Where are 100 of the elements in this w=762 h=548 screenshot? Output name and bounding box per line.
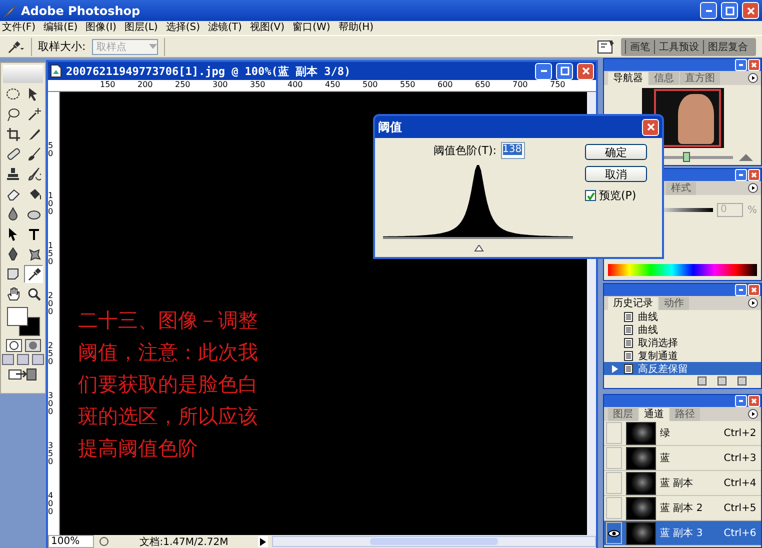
- panel-tab[interactable]: 导航器: [608, 72, 648, 85]
- zoom-field[interactable]: 100%: [48, 535, 94, 548]
- close-button[interactable]: [748, 169, 760, 181]
- menu-item[interactable]: 视图(V): [250, 21, 285, 35]
- ruler-label: 250: [175, 80, 192, 91]
- zoom-in-icon[interactable]: [739, 153, 753, 161]
- standard-screen-icon[interactable]: [2, 354, 14, 365]
- horizontal-scrollbar[interactable]: [272, 536, 596, 547]
- panel-tab[interactable]: 信息: [649, 72, 679, 85]
- minimize-button[interactable]: [700, 2, 717, 19]
- close-button[interactable]: [742, 2, 759, 19]
- threshold-level-field[interactable]: 138: [500, 142, 524, 159]
- panel-tab[interactable]: 动作: [659, 297, 689, 310]
- panel-tab[interactable]: 路径: [670, 408, 700, 421]
- palette-well-tab[interactable]: 图层复合: [703, 40, 752, 54]
- panel-menu-icon[interactable]: [748, 183, 758, 193]
- maximize-icon: [724, 6, 734, 16]
- minimize-button[interactable]: [735, 395, 747, 407]
- knife-icon: [26, 127, 40, 141]
- menu-item[interactable]: 文件(F): [2, 21, 36, 35]
- menu-item[interactable]: 滤镜(T): [208, 21, 242, 35]
- panel-menu-icon[interactable]: [748, 73, 758, 83]
- slider-thumb[interactable]: [682, 152, 690, 162]
- palette-well-tab[interactable]: 工具预设: [654, 40, 703, 54]
- quick-mask-icon[interactable]: [24, 339, 40, 352]
- panel-menu-icon[interactable]: [748, 409, 758, 419]
- jump-to-icon[interactable]: [8, 367, 38, 381]
- visibility-toggle[interactable]: [606, 447, 622, 469]
- close-icon: [646, 122, 656, 132]
- ruler-label: 200: [48, 292, 54, 318]
- cancel-button[interactable]: 取消: [585, 166, 647, 182]
- ruler-label: 550: [400, 80, 416, 91]
- crop-icon: [6, 127, 20, 141]
- channel-row[interactable]: 绿 Ctrl+2: [604, 421, 761, 446]
- menu-item[interactable]: 窗口(W): [292, 21, 330, 35]
- minimize-button[interactable]: [735, 284, 747, 296]
- panel-tab[interactable]: 样式: [666, 182, 696, 195]
- minimize-button[interactable]: [735, 59, 747, 71]
- color-swatches-icon[interactable]: [5, 305, 41, 337]
- trash-icon[interactable]: [737, 376, 747, 386]
- close-button[interactable]: [748, 395, 760, 407]
- new-document-icon[interactable]: [697, 376, 707, 386]
- standard-mode-icon[interactable]: [6, 339, 22, 352]
- menu-item[interactable]: 编辑(E): [44, 21, 78, 35]
- menu-item[interactable]: 图层(L): [124, 21, 158, 35]
- close-button[interactable]: [577, 62, 594, 80]
- visibility-toggle[interactable]: [606, 497, 622, 519]
- maximize-button[interactable]: [556, 62, 573, 80]
- close-button[interactable]: [748, 284, 760, 296]
- ruler-label: 150: [100, 80, 116, 91]
- minimize-icon: [739, 400, 743, 402]
- panel-tab[interactable]: 直方图: [680, 72, 720, 85]
- menu-item[interactable]: 图像(I): [86, 21, 116, 35]
- ok-button[interactable]: 确定: [585, 144, 647, 160]
- camera-icon[interactable]: [717, 376, 727, 386]
- close-button[interactable]: [748, 59, 760, 71]
- channel-row[interactable]: 蓝 副本 3 Ctrl+6: [604, 521, 761, 546]
- panel-tab[interactable]: 历史记录: [608, 297, 658, 310]
- palette-well-tab[interactable]: 画笔: [625, 40, 654, 54]
- eyedropper-tool-button[interactable]: [24, 265, 43, 283]
- ruler-label: 750: [550, 80, 566, 91]
- full-screen-menu-icon[interactable]: [17, 354, 29, 365]
- color-ramp[interactable]: [608, 264, 757, 276]
- threshold-slider-icon[interactable]: [474, 245, 484, 252]
- minimize-button[interactable]: [535, 62, 552, 80]
- channel-row[interactable]: 蓝 副本 Ctrl+4: [604, 471, 761, 496]
- maximize-icon: [560, 66, 570, 76]
- note-icon: [6, 267, 20, 281]
- history-step-icon: [624, 338, 634, 348]
- channel-row[interactable]: 蓝 Ctrl+3: [604, 446, 761, 471]
- history-item[interactable]: 曲线: [604, 323, 761, 336]
- menu-item[interactable]: 选择(S): [166, 21, 200, 35]
- history-item[interactable]: 高反差保留: [604, 362, 761, 375]
- ruler-label: 600: [438, 80, 454, 91]
- status-menu-button[interactable]: [258, 536, 268, 547]
- menu-item[interactable]: 帮助(H): [338, 21, 374, 35]
- visibility-toggle[interactable]: [606, 422, 622, 444]
- preview-checkbox[interactable]: [585, 190, 596, 201]
- minimize-button[interactable]: [735, 169, 747, 181]
- hand-icon: [6, 287, 20, 301]
- panel-menu-icon[interactable]: [748, 298, 758, 308]
- visibility-toggle[interactable]: [606, 522, 622, 544]
- full-screen-icon[interactable]: [32, 354, 44, 365]
- ruler-label: 500: [362, 80, 379, 91]
- panel-tab[interactable]: 图层: [608, 408, 638, 421]
- close-icon: [750, 397, 758, 405]
- ruler-label: 400: [288, 80, 304, 91]
- history-item[interactable]: 取消选择: [604, 336, 761, 349]
- close-button[interactable]: [642, 118, 659, 136]
- minimize-icon: [739, 64, 743, 66]
- checkmark-icon: [586, 192, 594, 200]
- marquee-icon: [6, 87, 20, 101]
- history-item[interactable]: 曲线: [604, 310, 761, 323]
- ruler-label: 150: [48, 242, 54, 268]
- palette-well-icon[interactable]: [597, 38, 615, 54]
- status-icon: [98, 536, 110, 547]
- visibility-toggle[interactable]: [606, 472, 622, 494]
- maximize-button[interactable]: [721, 2, 738, 19]
- history-item[interactable]: 复制通道: [604, 349, 761, 362]
- panel-tab[interactable]: 通道: [639, 408, 669, 421]
